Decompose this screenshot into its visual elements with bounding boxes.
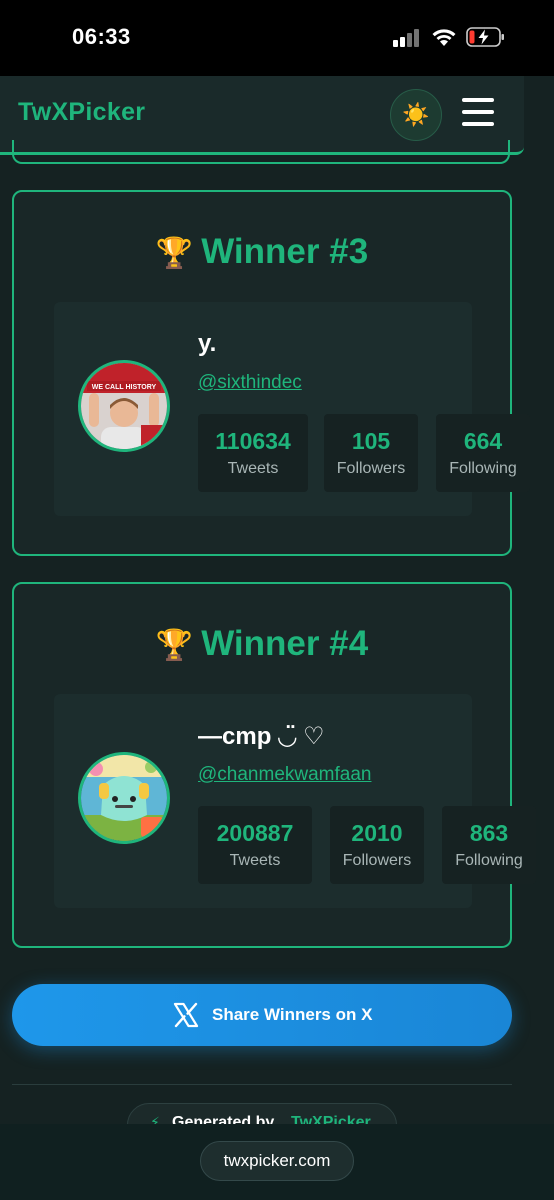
stat-followers: 2010 Followers — [330, 806, 424, 884]
winner-title: 🏆 Winner #4 — [155, 624, 369, 663]
battery-charging-icon — [466, 27, 504, 47]
winner-profile: WE CALL HISTORY y. @sixthindec 110634 Tw… — [54, 302, 530, 516]
brand-logo[interactable]: TwXPicker — [18, 98, 145, 127]
avatar[interactable] — [78, 752, 170, 844]
wifi-icon — [432, 29, 456, 46]
stat-followers: 105 Followers — [324, 414, 418, 492]
footer-divider — [12, 1084, 512, 1085]
share-button-label: Share Winners on X — [212, 1005, 373, 1024]
winner-card: 🏆 Winner #3 WE CALL HISTORY y. @sixthinde… — [12, 190, 530, 556]
winner-profile: —cmp ◡̈ ♡ @chanmekwamfaan 200887 Tweets … — [54, 694, 536, 908]
display-name: y. — [198, 330, 217, 357]
status-bar: 06:33 — [0, 0, 554, 76]
avatar[interactable]: WE CALL HISTORY — [78, 360, 170, 452]
clock: 06:33 — [72, 24, 131, 49]
trophy-icon: 🏆 — [155, 237, 194, 270]
sun-icon: ☀️ — [402, 102, 430, 127]
cellular-signal-icon — [393, 29, 421, 47]
share-winners-button[interactable]: Share Winners on X — [12, 984, 512, 1046]
winner-title: 🏆 Winner #3 — [155, 232, 369, 271]
browser-bottom-bar: twxpicker.com — [0, 1124, 554, 1200]
x-logo-icon — [173, 1002, 199, 1028]
previous-winner-card — [12, 140, 510, 164]
menu-button[interactable] — [462, 98, 496, 126]
stat-following: 863 Following — [442, 806, 536, 884]
trophy-icon: 🏆 — [155, 629, 194, 662]
url-bar[interactable]: twxpicker.com — [200, 1141, 354, 1181]
hamburger-icon — [462, 98, 494, 102]
display-name: —cmp ◡̈ ♡ — [198, 723, 325, 750]
profile-handle-link[interactable]: @chanmekwamfaan — [198, 764, 371, 786]
stat-tweets: 200887 Tweets — [198, 806, 312, 884]
stat-following: 664 Following — [436, 414, 530, 492]
svg-text:WE CALL HISTORY: WE CALL HISTORY — [92, 384, 157, 391]
winner-card: 🏆 Winner #4 —cmp ◡̈ ♡ @chanmekwamfaan 200… — [12, 582, 536, 948]
profile-handle-link[interactable]: @sixthindec — [198, 372, 302, 394]
stat-tweets: 110634 Tweets — [198, 414, 308, 492]
theme-toggle-button[interactable]: ☀️ — [390, 89, 442, 141]
